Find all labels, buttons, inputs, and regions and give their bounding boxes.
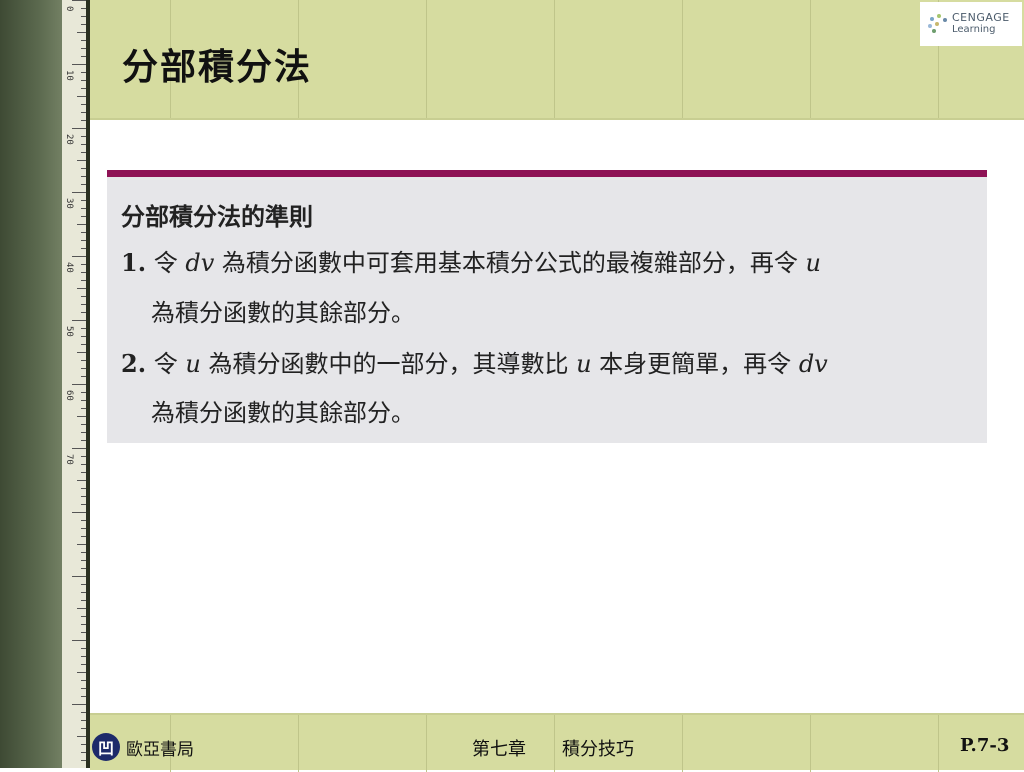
cengage-dots-icon <box>928 14 948 34</box>
ruler-tick <box>77 672 86 673</box>
ruler-tick <box>72 448 86 449</box>
cengage-wordmark: CENGAGE Learning <box>952 12 1010 36</box>
ruler-tick <box>77 224 86 225</box>
ruler-tick <box>77 160 86 161</box>
band-grid-line <box>426 0 427 118</box>
ruler-tick <box>77 736 86 737</box>
rule-item-2-pre: 令 <box>153 350 186 378</box>
ruler-label: 50 <box>64 326 74 337</box>
ruler-tick <box>72 128 86 129</box>
ruler-tick <box>77 288 86 289</box>
ruler-tick <box>72 192 86 193</box>
footer-topic: 積分技巧 <box>562 739 634 760</box>
rule-heading: 分部積分法的準則 <box>121 203 313 231</box>
rule-item-2-var1: u <box>185 350 201 378</box>
rule-item-2-var3: dv <box>798 350 828 378</box>
ruler-tick <box>72 256 86 257</box>
ruler-scale: 0 10 20 30 40 50 60 70 <box>62 0 86 768</box>
rule-item-1-pre: 令 <box>153 249 186 277</box>
band-grid-line <box>810 715 811 772</box>
logo-line2: Learning <box>952 24 996 35</box>
cengage-logo: CENGAGE Learning <box>920 2 1022 46</box>
publisher: 凹 歐亞書局 <box>92 733 194 761</box>
ruler-tick <box>77 32 86 33</box>
ruler-label: 60 <box>64 390 74 401</box>
band-grid-line <box>554 715 555 772</box>
left-ruler-strip: 0 10 20 30 40 50 60 70 <box>0 0 90 768</box>
ruler-label: 30 <box>64 198 74 209</box>
ruler-label: 40 <box>64 262 74 273</box>
ruler-tick <box>77 608 86 609</box>
logo-line1: CENGAGE <box>952 11 1010 24</box>
rule-item-1-mid: 為積分函數中可套用基本積分公式的最複雜部分，再令 <box>214 249 806 277</box>
rule-item-1-continuation: 為積分函數的其餘部分。 <box>151 299 415 327</box>
ruler-tick <box>72 704 86 705</box>
ruler-label: 20 <box>64 134 74 145</box>
rule-item-1-var1: dv <box>185 249 215 277</box>
publisher-name: 歐亞書局 <box>126 739 194 760</box>
rule-item-1-number: 1. <box>121 248 147 277</box>
ruler-tick <box>72 320 86 321</box>
ruler-tick <box>72 576 86 577</box>
band-grid-line <box>554 0 555 118</box>
band-grid-line <box>298 715 299 772</box>
ruler-tick <box>72 64 86 65</box>
ruler-tick <box>77 96 86 97</box>
ruler-tick <box>72 640 86 641</box>
rule-item-2: 2. 令 u 為積分函數中的一部分，其導數比 u 本身更簡單，再令 dv <box>121 344 828 379</box>
band-grid-line <box>682 0 683 118</box>
rule-item-2-number: 2. <box>121 349 147 378</box>
ruler-tick <box>77 544 86 545</box>
ruler-label: 10 <box>64 70 74 81</box>
rule-item-2-post: 本身更簡單，再令 <box>591 350 799 378</box>
ruler-tick <box>72 0 86 1</box>
ruler-tick <box>72 384 86 385</box>
ruler-tick <box>77 480 86 481</box>
rule-item-1: 1. 令 dv 為積分函數中可套用基本積分公式的最複雜部分，再令 u <box>121 243 821 278</box>
band-grid-line <box>938 715 939 772</box>
rule-item-1-var2: u <box>805 249 821 277</box>
ruler-tick <box>72 512 86 513</box>
band-grid-line <box>426 715 427 772</box>
ruler-label: 0 <box>64 6 74 12</box>
ruler-tick <box>77 416 86 417</box>
slide-title: 分部積分法 <box>122 46 313 88</box>
band-grid-line <box>810 0 811 118</box>
ruler-tick <box>77 352 86 353</box>
rule-item-2-continuation: 為積分函數的其餘部分。 <box>151 399 415 427</box>
rule-item-2-mid: 為積分函數中的一部分，其導數比 <box>200 350 577 378</box>
footer-band <box>90 713 1024 772</box>
rule-item-2-var2: u <box>576 350 592 378</box>
publisher-logo-icon: 凹 <box>92 733 120 761</box>
page-number: P.7-3 <box>960 735 1010 756</box>
header-divider <box>90 118 1024 120</box>
footer-chapter: 第七章 <box>472 739 526 760</box>
band-grid-line <box>682 715 683 772</box>
ruler-label: 70 <box>64 454 74 465</box>
integration-by-parts-rule-box: 分部積分法的準則 1. 令 dv 為積分函數中可套用基本積分公式的最複雜部分，再… <box>107 170 987 443</box>
